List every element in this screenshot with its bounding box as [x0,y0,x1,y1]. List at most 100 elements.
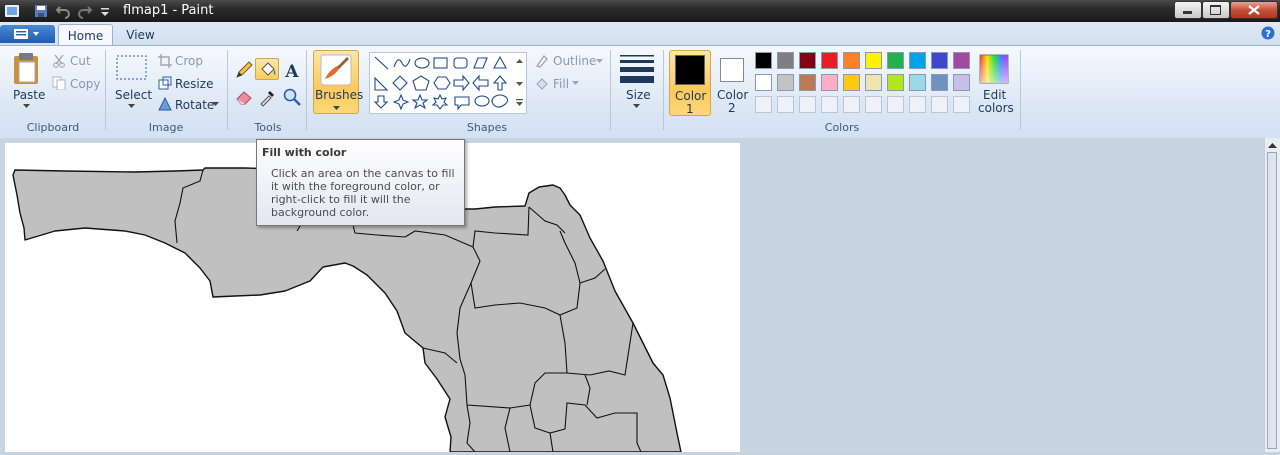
edit-colors-line1[interactable]: Edit [983,88,1006,102]
magnifier-icon[interactable] [282,87,302,107]
save-icon[interactable] [33,3,49,19]
palette-color-swatch[interactable] [777,74,794,91]
text-icon[interactable]: A [282,60,302,80]
color1-label-line2: 1 [686,102,694,116]
maximize-button[interactable] [1202,1,1230,19]
palette-empty-swatch[interactable] [909,96,926,113]
palette-empty-swatch[interactable] [821,96,838,113]
crop-button[interactable]: Crop [175,54,203,68]
help-icon[interactable]: ? [1261,26,1275,40]
palette-empty-swatch[interactable] [931,96,948,113]
palette-color-swatch[interactable] [953,52,970,69]
close-button[interactable] [1230,1,1278,19]
copy-icon [52,76,66,90]
fill-dropdown-icon[interactable] [572,81,579,86]
tab-home[interactable]: Home [58,24,113,46]
palette-empty-swatch[interactable] [755,96,772,113]
palette-color-swatch[interactable] [887,74,904,91]
edit-colors-line2[interactable]: colors [978,101,1014,115]
palette-color-swatch[interactable] [799,74,816,91]
tab-view[interactable]: View [114,24,167,45]
size-button[interactable]: Size [626,88,651,102]
svg-text:?: ? [1265,29,1271,40]
palette-empty-swatch[interactable] [887,96,904,113]
rotate-button[interactable]: Rotate [175,98,214,112]
color1-button[interactable]: Color 1 [669,50,711,116]
edit-colors-icon [979,54,1009,84]
customize-quick-access-icon[interactable] [97,3,113,19]
close-icon [1248,5,1260,15]
palette-color-swatch[interactable] [799,52,816,69]
select-button[interactable]: Select [115,88,152,102]
cut-button[interactable]: Cut [70,54,91,68]
size-icon[interactable] [620,54,654,84]
shapes-scroll-icons[interactable] [515,56,524,106]
outline-dropdown-icon[interactable] [596,59,603,64]
select-dropdown-icon[interactable] [128,104,135,109]
minimize-button[interactable] [1174,1,1202,19]
palette-empty-swatch[interactable] [777,96,794,113]
palette-empty-swatch[interactable] [865,96,882,113]
resize-button[interactable]: Resize [175,77,213,91]
window-title: flmap1 - Paint [123,3,214,18]
palette-color-swatch[interactable] [865,52,882,69]
tooltip-body: Click an area on the canvas to fill it w… [271,167,455,219]
color1-swatch [675,55,705,85]
palette-color-swatch[interactable] [931,52,948,69]
palette-color-swatch[interactable] [909,52,926,69]
scroll-up-icon[interactable] [1268,142,1277,149]
eraser-icon[interactable] [234,87,254,107]
undo-icon[interactable] [55,3,71,19]
outline-icon [535,54,548,68]
color-picker-icon[interactable] [258,87,278,107]
color2-label-line2: 2 [728,101,736,115]
menu-icon [14,29,39,39]
select-icon[interactable] [116,55,148,81]
palette-color-swatch[interactable] [821,74,838,91]
color2-button[interactable]: Color 2 [714,50,750,116]
palette-empty-swatch[interactable] [953,96,970,113]
palette-color-swatch[interactable] [755,74,772,91]
brushes-button[interactable]: Brushes [313,50,363,114]
tooltip-title: Fill with color [262,146,347,159]
palette-color-swatch[interactable] [777,52,794,69]
paste-button[interactable]: Paste [13,88,45,102]
paste-icon[interactable] [12,52,42,86]
palette-color-swatch[interactable] [843,52,860,69]
shapes-group-label: Shapes [466,121,508,134]
vertical-scrollbar[interactable] [1264,138,1280,452]
divider [105,50,106,130]
palette-empty-swatch[interactable] [843,96,860,113]
color2-label-line1: Color [717,88,749,102]
palette-color-swatch[interactable] [953,74,970,91]
pencil-icon[interactable] [234,60,254,80]
divider [227,50,228,130]
palette-color-swatch[interactable] [909,74,926,91]
palette-color-swatch[interactable] [755,52,772,69]
size-dropdown-icon[interactable] [633,104,640,109]
palette-color-swatch[interactable] [887,52,904,69]
fill-button[interactable]: Fill [553,77,569,91]
paint-menu-button[interactable] [0,25,55,43]
palette-color-swatch[interactable] [821,52,838,69]
crop-icon [158,54,172,68]
scroll-thumb[interactable] [1267,152,1277,449]
minimize-icon [1183,11,1192,14]
palette-color-swatch[interactable] [843,74,860,91]
copy-button[interactable]: Copy [70,77,100,91]
brushes-label: Brushes [315,88,364,102]
title-bar: flmap1 - Paint [0,0,1280,22]
rotate-icon [158,97,172,111]
fill-with-color-button[interactable] [255,58,279,80]
paste-dropdown-icon[interactable] [23,104,30,109]
redo-icon[interactable] [77,3,93,19]
divider [610,50,611,130]
shapes-gallery[interactable] [369,52,527,114]
palette-color-swatch[interactable] [931,74,948,91]
rotate-dropdown-icon[interactable] [212,102,219,107]
palette-color-swatch[interactable] [865,74,882,91]
restore-icon [1210,5,1221,15]
palette-empty-swatch[interactable] [799,96,816,113]
outline-button[interactable]: Outline [553,54,596,68]
app-icon[interactable] [4,3,20,19]
